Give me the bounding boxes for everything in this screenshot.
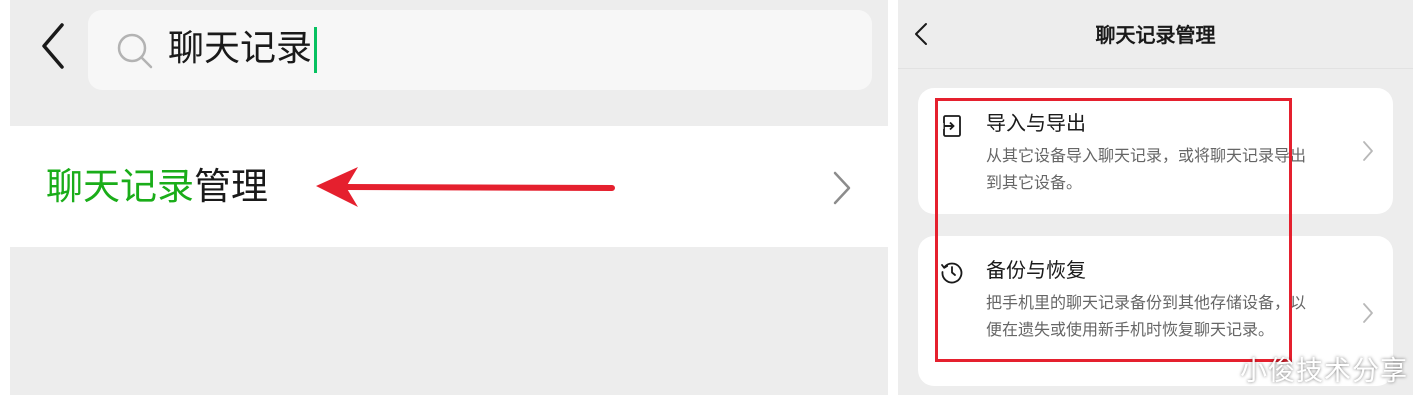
page-title: 聊天记录管理 bbox=[1095, 23, 1216, 47]
search-query-text: 聊天记录 bbox=[168, 28, 313, 69]
search-bar[interactable]: 聊天记录 bbox=[88, 10, 872, 90]
chevron-right-icon bbox=[1363, 303, 1373, 323]
nav-bar: 聊天记录管理 bbox=[898, 0, 1413, 69]
chevron-right-icon bbox=[833, 171, 851, 205]
result-label: 聊天记录管理 bbox=[46, 162, 268, 212]
search-icon bbox=[117, 33, 153, 69]
result-rest-text: 管理 bbox=[194, 165, 268, 208]
search-screen: 聊天记录 聊天记录管理 bbox=[10, 0, 888, 395]
text-caret bbox=[314, 27, 318, 73]
red-arrow-annotation bbox=[316, 167, 615, 207]
chat-history-management-screen: 聊天记录管理 导入与导出 从其它设备导入聊天记录，或将聊天记录导出到其它设备。 … bbox=[898, 0, 1413, 395]
red-highlight-box bbox=[935, 98, 1292, 362]
search-input[interactable]: 聊天记录 bbox=[168, 24, 318, 74]
watermark-text: 小俊技术分享 bbox=[1240, 356, 1408, 387]
chevron-right-icon bbox=[1363, 141, 1373, 161]
result-highlight-text: 聊天记录 bbox=[46, 165, 194, 208]
back-arrow-icon[interactable] bbox=[40, 22, 66, 70]
